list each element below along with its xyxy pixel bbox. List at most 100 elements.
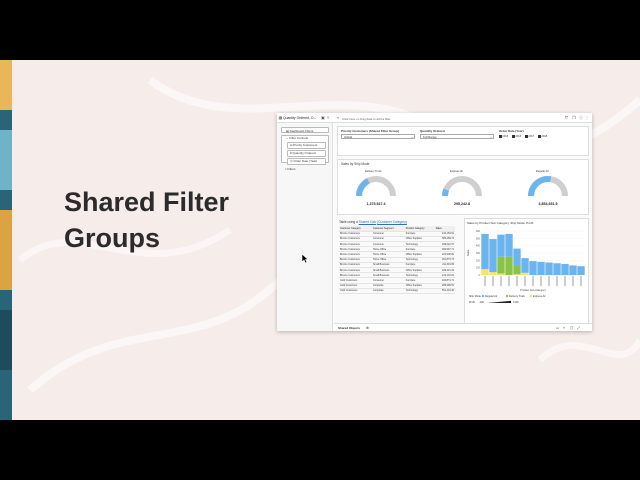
shared-calc-link[interactable]: Shared Calc — [359, 220, 377, 224]
year-checkbox-2015[interactable]: 2015 — [499, 135, 508, 138]
table-row[interactable]: Gold Customers Corporate Technology 551,419… — [339, 288, 455, 294]
year-checkbox-2016[interactable]: 2016 — [512, 135, 521, 138]
headline-line-1: Shared Filter — [64, 187, 230, 217]
gauge-fill[interactable] — [356, 178, 370, 197]
table-cell: Gold Customers — [339, 288, 372, 294]
comment-icon[interactable]: ▢ — [570, 326, 573, 330]
chevron-down-icon: ⌄ — [410, 135, 413, 139]
bar[interactable] — [513, 274, 521, 275]
priority-filter-select[interactable]: Global ⌄ — [341, 134, 415, 139]
legend-title: Ship Mode — [469, 295, 482, 298]
sidebar-item-label: Order Date (Year) — [293, 159, 318, 163]
y-tick-label: 0 — [479, 274, 481, 277]
year-label: 2016 — [515, 135, 522, 138]
bar[interactable] — [521, 272, 529, 275]
gauge-fill[interactable] — [528, 176, 552, 197]
dashboard-canvas: Priority Customers (Shared Filter Group)… — [334, 123, 592, 331]
bar[interactable] — [505, 256, 513, 275]
bar[interactable] — [489, 239, 497, 273]
bookmark-icon[interactable]: ▭ — [556, 326, 559, 330]
expand-icon[interactable]: ⤢ — [577, 326, 580, 330]
bar[interactable] — [577, 266, 585, 275]
y-tick-label: 200 — [476, 259, 481, 262]
table-cell: 551,419.40 — [434, 288, 455, 294]
filter-drop-zone[interactable]: Click here or drag data to add a filter — [342, 117, 391, 121]
table-cell: Technology — [404, 288, 435, 294]
sidebar-item-priority-customers[interactable]: A Priority Customers — [287, 142, 326, 149]
funnel-icon[interactable]: ⛉ — [565, 116, 569, 120]
more-icon[interactable]: ⋮ — [585, 116, 589, 120]
gauges-panel: Sales by Ship Mode Delivery Truck Expres… — [337, 159, 589, 215]
filters-label: Filters — [287, 167, 296, 171]
chevron-down-icon: ⌄ — [489, 135, 492, 139]
add-tab-icon[interactable]: ⊕ — [366, 326, 369, 330]
bar[interactable] — [545, 262, 553, 275]
x-tick-label-mark — [556, 276, 558, 286]
x-tick-label-mark — [492, 276, 494, 286]
x-axis-label: Product Sub Category — [520, 288, 546, 292]
legend-item[interactable]: Regular Air — [485, 295, 498, 298]
gauge-value-regular-air: 3,854,651.9 — [538, 202, 558, 206]
bar[interactable] — [497, 234, 505, 257]
year-checkbox-2017[interactable]: 2017 — [525, 135, 534, 138]
bar[interactable] — [553, 263, 561, 275]
gauge-label-regular-air: Regular Air — [536, 170, 549, 173]
bar[interactable] — [513, 265, 521, 275]
x-tick-label-mark — [532, 276, 534, 286]
quantity-filter-select[interactable]: Full Range ⌄ — [420, 134, 494, 139]
sidebar-item-quantity-ordered[interactable]: # Quantity Ordered — [287, 150, 326, 157]
bar[interactable] — [537, 261, 545, 275]
x-tick-label-mark — [484, 276, 486, 286]
data-icon[interactable]: ▣ — [321, 116, 325, 120]
copy-icon[interactable]: ❐ — [572, 116, 576, 120]
gauge-label-express-air: Express Air — [450, 170, 464, 173]
filter-controls-label: Filter Controls — [289, 136, 309, 140]
profit-label: Profit — [469, 301, 475, 304]
bar[interactable] — [569, 265, 577, 275]
sidebar-item-order-date[interactable]: ◷ Order Date (Year) — [287, 158, 326, 165]
gauge-fill[interactable] — [442, 188, 450, 197]
filter-icon[interactable]: ▿ — [337, 116, 341, 120]
bottom-bar: Shared Objects ⊕ ▭ ⌖ ▢ ⤢ — [334, 323, 592, 331]
bar[interactable] — [513, 248, 521, 266]
list-icon[interactable]: ≡ — [327, 116, 331, 120]
year-label: 2017 — [528, 135, 535, 138]
bar[interactable] — [481, 269, 489, 275]
bar[interactable] — [489, 272, 497, 275]
gauge-value-delivery-truck: 1,375,927.4 — [366, 202, 386, 206]
sales-table: Customer Category Customer Segment Product… — [339, 226, 455, 294]
bar[interactable] — [529, 261, 537, 275]
dashboard-filters-button[interactable]: ▤ Dashboard Filters — [281, 127, 329, 133]
priority-filter-label: Priority Customers (Shared Filter Group) — [341, 129, 400, 133]
y-tick-label: 400 — [476, 245, 481, 248]
grid-icon[interactable]: ▦ — [279, 116, 283, 120]
customer-category-link[interactable]: (Customer Category) — [377, 220, 407, 224]
y-tick-label: 500 — [476, 237, 481, 240]
table-panel: Table using a Shared Calc (Customer Cate… — [337, 218, 461, 330]
y-tick-label: 600 — [476, 230, 481, 233]
bar[interactable] — [561, 264, 569, 275]
info-icon[interactable]: ⓘ — [579, 116, 583, 120]
pin-icon[interactable]: ⌖ — [563, 326, 565, 330]
headline-line-2: Groups — [64, 223, 161, 253]
bar[interactable] — [521, 258, 529, 273]
x-tick-label-mark — [508, 276, 510, 286]
legend-item[interactable]: Express Air — [533, 295, 546, 298]
quantity-filter-label: Quantity Ordered — [420, 129, 445, 133]
bar[interactable] — [505, 233, 513, 257]
bar[interactable] — [497, 273, 505, 275]
x-tick-label-mark — [516, 276, 518, 286]
legend-swatch — [481, 294, 485, 298]
filters-section[interactable]: ▿ Filters — [281, 166, 329, 172]
year-checkbox-2018[interactable]: 2018 — [538, 135, 547, 138]
legend-item[interactable]: Delivery Truck — [509, 295, 526, 298]
profit-max: 134K — [513, 301, 519, 304]
bar[interactable] — [497, 256, 505, 274]
sidebar: ▤ Dashboard Filters ⌄ Filter Controls A … — [277, 123, 333, 331]
year-filter-label: Order Date (Year) — [499, 129, 524, 133]
tab-shared-objects[interactable]: Shared Objects — [338, 326, 360, 330]
bar[interactable] — [481, 233, 489, 270]
gauge-label-delivery-truck: Delivery Truck — [365, 170, 382, 173]
sidebar-item-label: Quantity Ordered — [292, 151, 316, 155]
y-tick-label: 300 — [476, 252, 481, 255]
